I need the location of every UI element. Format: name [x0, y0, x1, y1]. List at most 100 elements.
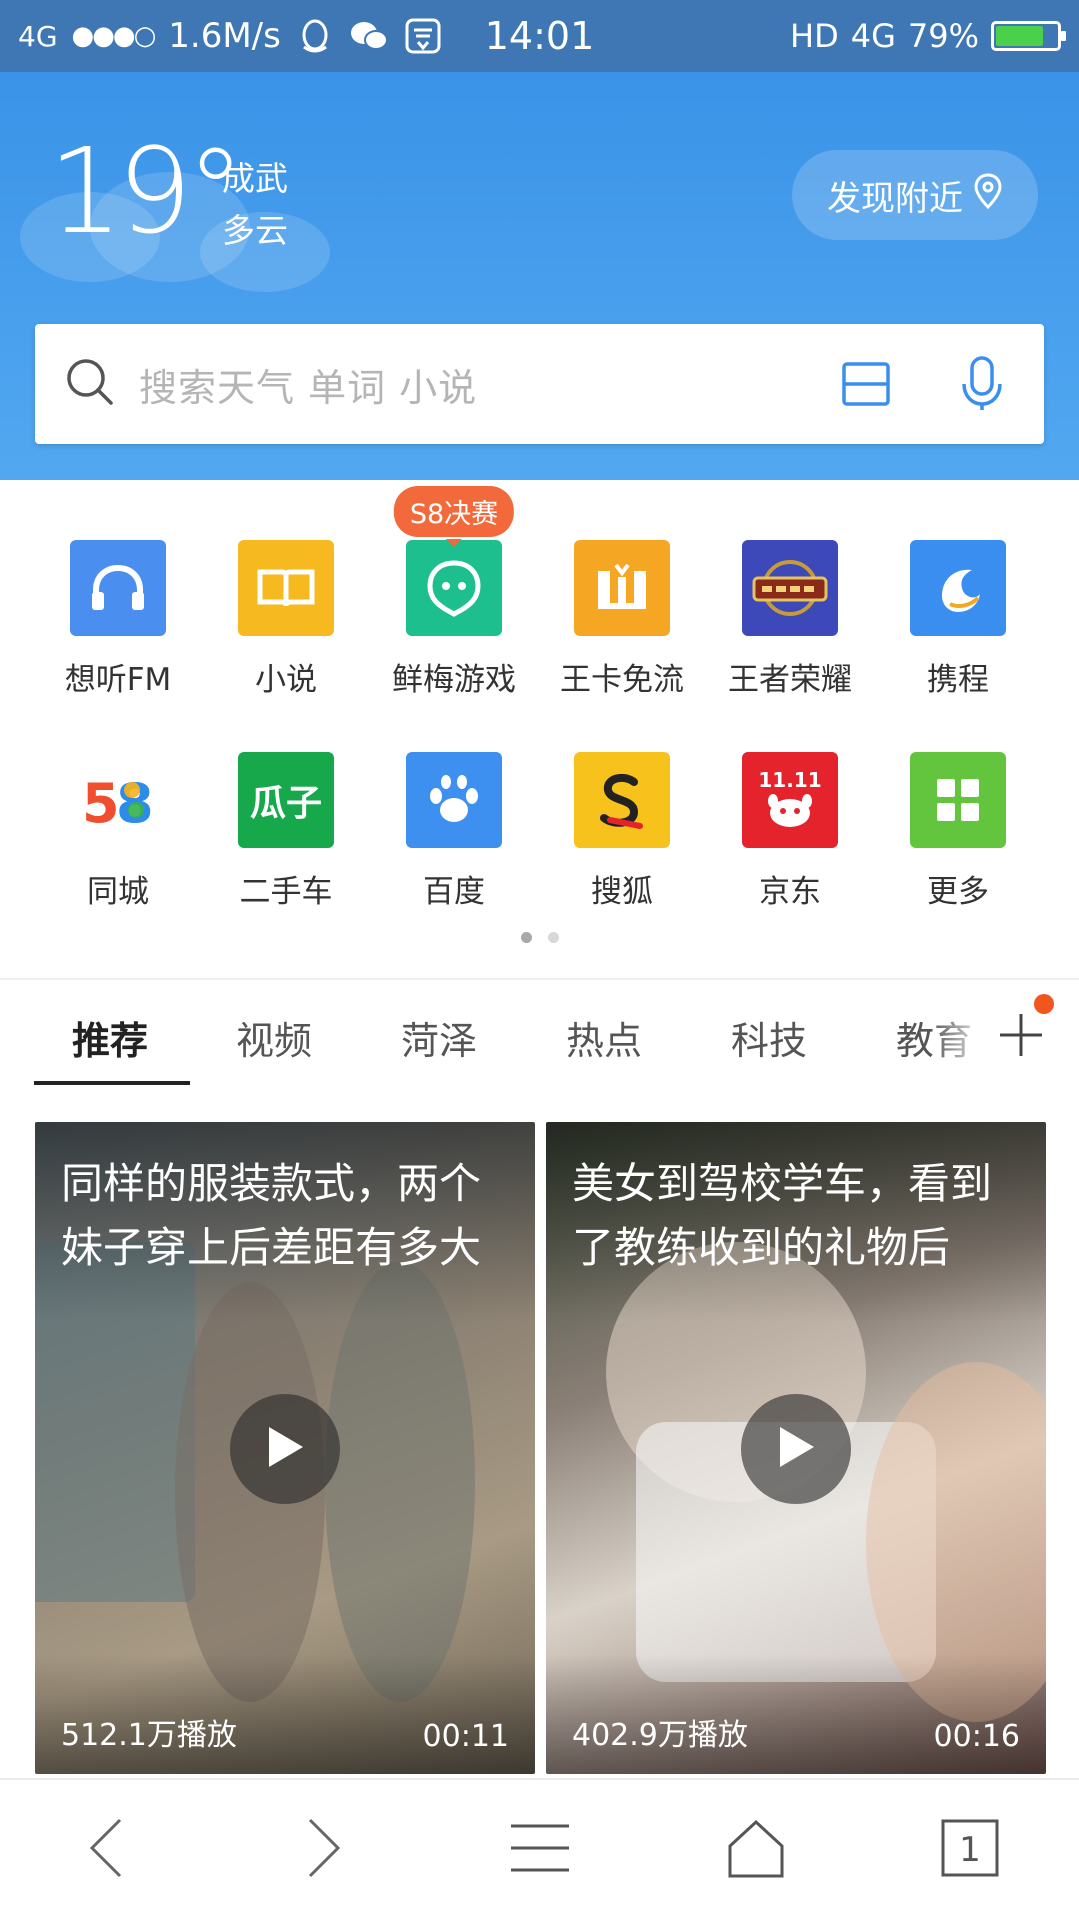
- microphone-icon[interactable]: [960, 356, 1004, 412]
- home-icon: [726, 1818, 786, 1882]
- scan-icon[interactable]: [842, 360, 890, 408]
- home-button[interactable]: [716, 1810, 796, 1890]
- video-title[interactable]: 同样的服装款式，两个妹子穿上后差距有多大: [61, 1152, 509, 1280]
- page-dot-active: [520, 932, 532, 943]
- app-label: 王卡免流: [560, 662, 684, 698]
- chevron-left-icon: [86, 1816, 126, 1884]
- app-badge: S8决赛: [393, 486, 515, 547]
- app-label: 鲜梅游戏: [392, 662, 516, 698]
- network-type-right: 4G: [850, 17, 896, 55]
- tab-video[interactable]: 视频: [236, 1010, 312, 1065]
- dolphin-icon: [910, 540, 1006, 636]
- app-label: 搜狐: [591, 874, 653, 910]
- weather-condition[interactable]: 多云: [222, 204, 288, 252]
- video-card[interactable]: 同样的服装款式，两个妹子穿上后差距有多大 512.1万播放 00:11: [35, 1122, 535, 1774]
- app-novel[interactable]: 小说: [206, 540, 366, 699]
- jd-logo-text: 11.11: [758, 768, 822, 792]
- sohu-logo-icon: [574, 752, 670, 848]
- app-label: 想听FM: [64, 662, 172, 698]
- svg-text:5: 5: [82, 772, 120, 830]
- svg-text:8: 8: [116, 772, 154, 830]
- tab-hot[interactable]: 热点: [566, 1010, 642, 1065]
- app-xianmei-games[interactable]: S8决赛 鲜梅游戏: [374, 486, 534, 699]
- hd-indicator: HD: [790, 17, 839, 55]
- tabs-button[interactable]: 1: [930, 1810, 1010, 1890]
- wechat-icon: [349, 16, 389, 56]
- game-face-icon: [406, 540, 502, 636]
- location-pin-icon: [973, 172, 1003, 218]
- quick-apps-grid: 想听FM 小说 S8决赛 鲜梅游戏 王卡免流 王者荣耀 携程 5 8 同城 瓜子…: [0, 480, 1079, 980]
- video-view-count: 402.9万播放: [572, 1718, 748, 1753]
- status-bar: 4G ●●●○ 1.6M/s 14:01 HD 4G 79%: [0, 0, 1079, 72]
- header: 19° 成武 多云 发现附近 搜索天气 单词 小说: [0, 72, 1079, 480]
- app-label: 百度: [423, 874, 485, 910]
- play-button[interactable]: [741, 1394, 851, 1504]
- 58-logo-icon: 5 8: [70, 752, 166, 848]
- app-label: 京东: [759, 874, 821, 910]
- video-thumbnail-figure: [325, 1262, 475, 1702]
- play-button[interactable]: [230, 1394, 340, 1504]
- bottom-navigation-bar: 1: [0, 1778, 1079, 1920]
- headphones-icon: [70, 540, 166, 636]
- tab-heze[interactable]: 菏泽: [401, 1010, 477, 1065]
- app-label: 更多: [927, 874, 989, 910]
- video-duration: 00:16: [933, 1719, 1020, 1754]
- tab-recommended[interactable]: 推荐: [72, 1010, 148, 1065]
- search-bar[interactable]: 搜索天气 单词 小说: [35, 324, 1044, 444]
- play-icon: [774, 1423, 818, 1475]
- app-label: 携程: [927, 662, 989, 698]
- menu-icon: [509, 1822, 571, 1878]
- add-channel-icon[interactable]: [996, 1010, 1046, 1060]
- discover-nearby-button[interactable]: 发现附近: [792, 150, 1038, 240]
- video-title[interactable]: 美女到驾校学车，看到了教练收到的礼物后: [572, 1152, 1020, 1280]
- network-speed: 1.6M/s: [168, 16, 281, 56]
- guazi-logo-icon: 瓜子: [238, 752, 334, 848]
- menu-button[interactable]: [500, 1810, 580, 1890]
- tabs-count: 1: [959, 1830, 981, 1870]
- signal-strength: ●●●○: [71, 21, 157, 51]
- discover-nearby-label: 发现附近: [827, 178, 963, 219]
- jd-logo-icon: 11.11: [742, 752, 838, 848]
- video-view-count: 512.1万播放: [61, 1718, 237, 1753]
- back-button[interactable]: [66, 1810, 146, 1890]
- app-label: 二手车: [239, 874, 333, 910]
- search-icon: [65, 357, 115, 411]
- app-jd[interactable]: 11.11 京东: [710, 752, 870, 911]
- weather-city[interactable]: 成武: [222, 152, 288, 200]
- active-tab-indicator: [34, 1081, 190, 1085]
- grid-more-icon: [910, 752, 1006, 848]
- qq-icon: [295, 16, 335, 56]
- video-card[interactable]: 美女到驾校学车，看到了教练收到的礼物后 402.9万播放 00:16: [546, 1122, 1046, 1774]
- app-wangka[interactable]: 王卡免流: [542, 540, 702, 699]
- app-xiangting-fm[interactable]: 想听FM: [38, 540, 198, 699]
- video-duration: 00:11: [422, 1719, 509, 1754]
- paw-icon: [406, 752, 502, 848]
- app-58-tongcheng[interactable]: 5 8 同城: [38, 752, 198, 911]
- honor-of-kings-icon: [742, 540, 838, 636]
- app-baidu[interactable]: 百度: [374, 752, 534, 911]
- weather-temperature[interactable]: 19°: [48, 132, 245, 250]
- search-input[interactable]: 搜索天气 单词 小说: [139, 357, 842, 412]
- app-guazi-used-car[interactable]: 瓜子 二手车: [206, 752, 366, 911]
- chevron-right-icon: [304, 1816, 344, 1884]
- app-label: 王者荣耀: [728, 662, 852, 698]
- app-sohu[interactable]: 搜狐: [542, 752, 702, 911]
- book-icon: [238, 540, 334, 636]
- channel-tabs: 推荐 视频 菏泽 热点 科技 教育: [0, 980, 1079, 1088]
- app-notification-icon: [403, 16, 443, 56]
- wang-card-icon: [574, 540, 670, 636]
- guazi-logo-text: 瓜子: [249, 783, 322, 824]
- app-ctrip[interactable]: 携程: [878, 540, 1038, 699]
- app-more[interactable]: 更多: [878, 752, 1038, 911]
- app-label: 小说: [255, 662, 317, 698]
- app-honor-of-kings[interactable]: 王者荣耀: [710, 540, 870, 699]
- forward-button[interactable]: [284, 1810, 364, 1890]
- app-label: 同城: [87, 874, 149, 910]
- tab-fade: [930, 980, 990, 1088]
- page-dot: [547, 932, 559, 943]
- battery-percent: 79%: [907, 17, 979, 55]
- tab-tech[interactable]: 科技: [731, 1010, 807, 1065]
- page-indicator: [0, 932, 1079, 943]
- battery-icon: [991, 21, 1066, 51]
- play-icon: [263, 1423, 307, 1475]
